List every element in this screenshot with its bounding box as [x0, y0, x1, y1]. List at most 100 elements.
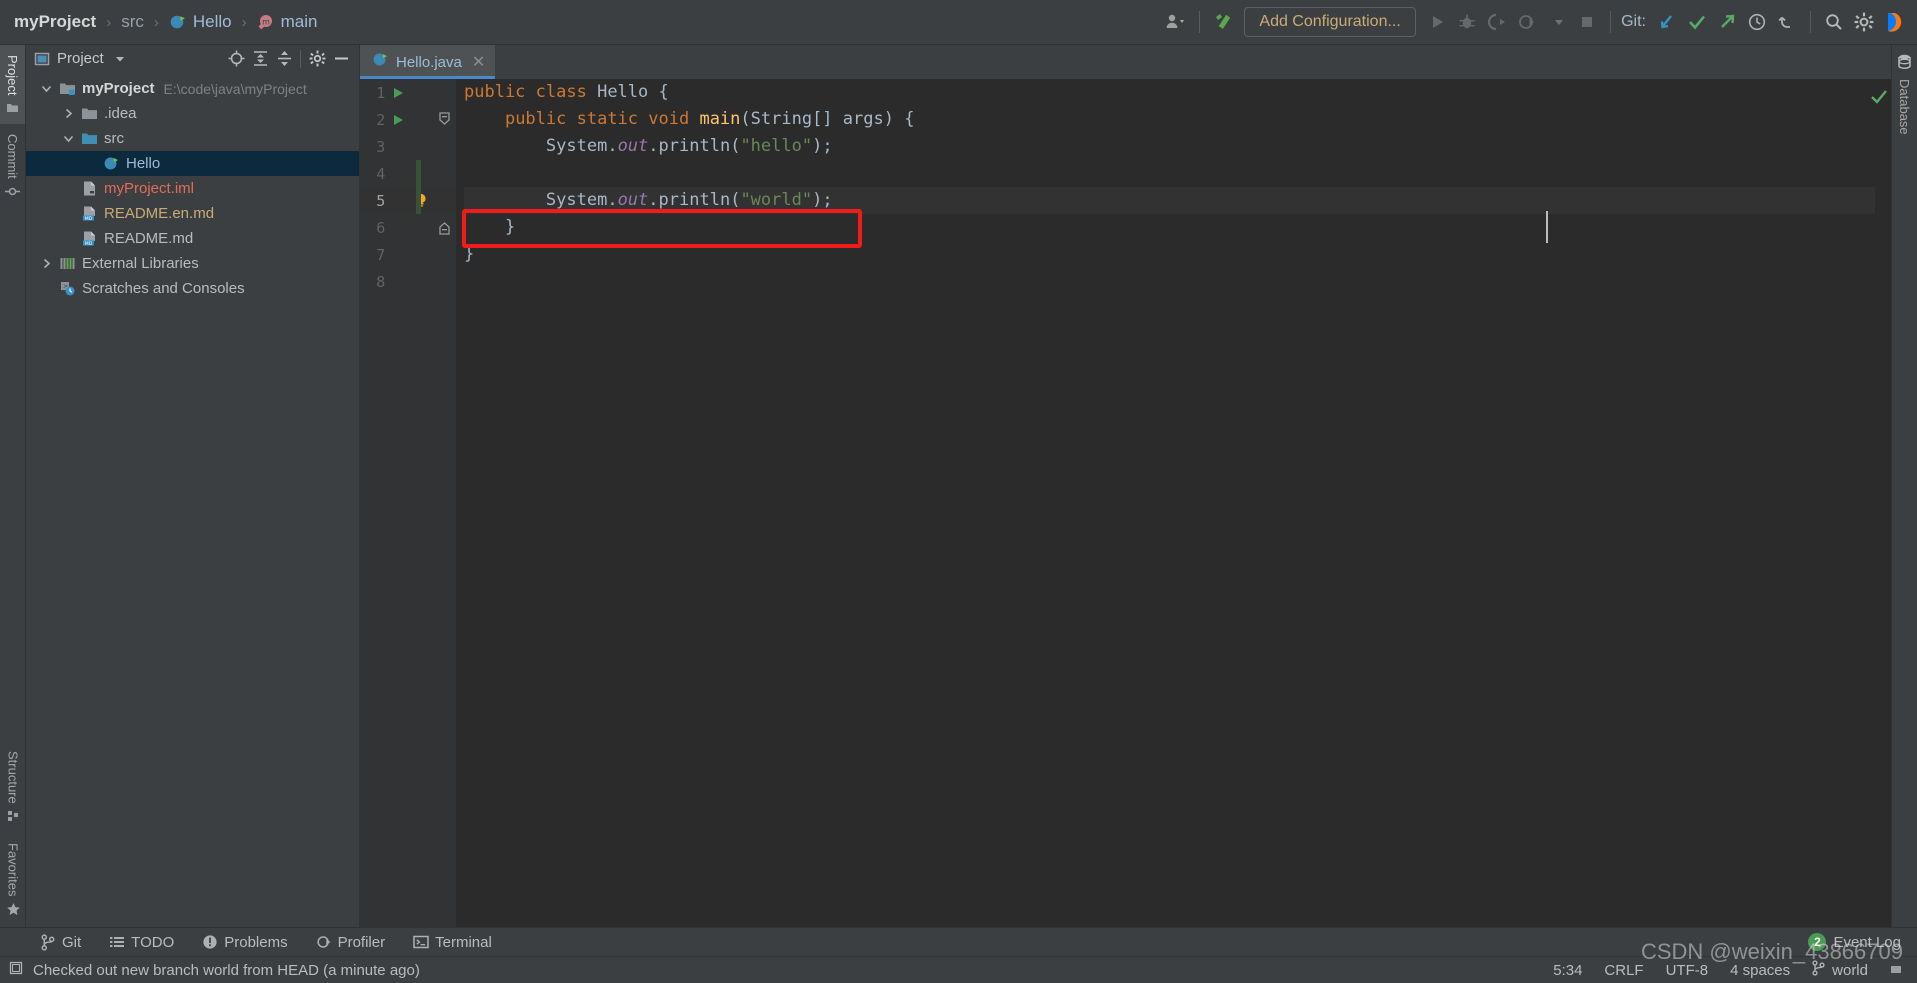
breadcrumb-item-project[interactable]: myProject [10, 10, 100, 34]
git-label: Git: [1621, 13, 1646, 30]
editor-code-text[interactable]: public class Hello { public static void … [456, 79, 1875, 927]
editor-marker-strip[interactable] [1871, 79, 1891, 927]
fold-end-icon[interactable] [433, 220, 457, 235]
git-branch-icon [1811, 960, 1826, 980]
scroll-from-source-icon[interactable] [224, 48, 248, 70]
gutter-line-7[interactable]: 7 [360, 241, 456, 268]
tree-node-hello[interactable]: Hello [26, 151, 359, 176]
profile-icon[interactable] [1512, 7, 1542, 37]
gutter-line-6[interactable]: 6 [360, 214, 456, 241]
add-configuration-button[interactable]: Add Configuration... [1244, 7, 1417, 37]
bottom-tool-todo[interactable]: TODO [95, 934, 188, 951]
code-editor[interactable]: 1 2 3 4 5 6 7 8 public class Hello { public sta… [360, 79, 1891, 927]
status-message[interactable]: Checked out new branch world from HEAD (… [8, 960, 420, 980]
hide-panel-icon[interactable] [329, 48, 353, 70]
tree-node-label: Hello [126, 155, 161, 172]
git-commit-icon[interactable] [1682, 7, 1712, 37]
code-line-7[interactable]: } [464, 241, 1875, 268]
vcs-change-marker[interactable] [416, 160, 421, 214]
expand-all-icon[interactable] [248, 48, 272, 70]
tree-node-external-libraries[interactable]: External Libraries [26, 251, 359, 276]
bottom-tool-profiler[interactable]: Profiler [302, 934, 400, 951]
bottom-tool-git[interactable]: Git [26, 934, 95, 951]
gutter-line-5[interactable]: 5 [360, 187, 456, 214]
undo-icon[interactable] [1772, 7, 1802, 37]
gutter-line-4[interactable]: 4 [360, 160, 456, 187]
toolbar-divider [1810, 11, 1811, 33]
debug-icon[interactable] [1452, 7, 1482, 37]
code-token: static [576, 109, 649, 129]
line-separator[interactable]: CRLF [1593, 962, 1654, 979]
gutter-line-2[interactable]: 2 [360, 106, 456, 133]
event-log-button[interactable]: 2 Event Log [1808, 933, 1917, 951]
sidebar-item-project[interactable]: Project [0, 45, 25, 125]
sidebar-item-favorites[interactable]: Favorites [0, 833, 26, 927]
gutter-line-8[interactable]: 8 [360, 268, 456, 295]
caret-position[interactable]: 5:34 [1542, 962, 1593, 979]
settings-gear-icon[interactable] [1849, 7, 1879, 37]
breadcrumb-separator: › [241, 13, 247, 31]
chevron-down-icon[interactable] [57, 132, 79, 145]
gutter-line-1[interactable]: 1 [360, 79, 456, 106]
tree-node-src[interactable]: src [26, 126, 359, 151]
run-gutter-icon[interactable] [387, 86, 409, 100]
code-line-4[interactable] [464, 160, 1875, 187]
close-icon[interactable]: ✕ [472, 52, 485, 72]
run-coverage-icon[interactable] [1482, 7, 1512, 37]
chevron-right-icon[interactable] [57, 107, 79, 120]
breadcrumb-item-class[interactable]: Hello [165, 10, 236, 34]
sidebar-item-database[interactable]: Database [1896, 53, 1913, 135]
history-icon[interactable] [1742, 7, 1772, 37]
left-rail-bottom: Structure Favorites [0, 741, 26, 927]
git-branch-widget[interactable]: world [1801, 960, 1878, 980]
tree-node--idea[interactable]: .idea [26, 101, 359, 126]
tree-node-scratches-and-consoles[interactable]: > Scratches and Consoles [26, 276, 359, 301]
bottom-tool-problems[interactable]: Problems [188, 934, 301, 951]
indent-setting[interactable]: 4 spaces [1719, 962, 1801, 979]
code-line-3[interactable]: System.out.println("hello"); [464, 133, 1875, 160]
gutter-line-3[interactable]: 3 [360, 133, 456, 160]
file-encoding[interactable]: UTF-8 [1655, 962, 1720, 979]
run-gutter-icon[interactable] [387, 113, 409, 127]
chevron-down-icon[interactable] [108, 48, 132, 70]
tree-node-myproject-iml[interactable]: myProject.iml [26, 176, 359, 201]
tree-node-myproject[interactable]: myProject E:\code\java\myProject [26, 76, 359, 101]
code-line-5[interactable]: System.out.println("world"); [464, 187, 1875, 214]
code-line-1[interactable]: public class Hello { [464, 79, 1875, 106]
star-icon [6, 902, 21, 917]
code-line-6[interactable]: } [464, 214, 1875, 241]
scratches-icon: > [57, 280, 77, 297]
run-icon[interactable] [1422, 7, 1452, 37]
breadcrumb-item-method[interactable]: m main [253, 10, 322, 34]
breadcrumb: myProject › src › Hello › m main [10, 10, 321, 34]
stop-icon[interactable] [1572, 7, 1602, 37]
build-hammer-icon[interactable] [1208, 7, 1238, 37]
sidebar-item-commit[interactable]: Commit [0, 124, 25, 208]
bottom-tool-terminal[interactable]: Terminal [399, 934, 506, 951]
readonly-toggle-icon[interactable] [1878, 961, 1917, 979]
gear-icon[interactable] [305, 48, 329, 70]
fold-collapse-icon[interactable] [433, 112, 457, 127]
editor-gutter[interactable]: 1 2 3 4 5 6 7 8 [360, 79, 456, 927]
editor-tab-hello-java[interactable]: Hello.java ✕ [360, 45, 496, 79]
todo-list-icon [109, 934, 125, 950]
code-token: public [464, 82, 536, 102]
ide-logo-icon[interactable] [1879, 7, 1909, 37]
search-everywhere-icon[interactable] [1819, 7, 1849, 37]
breadcrumb-item-src[interactable]: src [117, 10, 148, 34]
user-dropdown-icon[interactable] [1161, 7, 1191, 37]
tree-node-readme-en-md[interactable]: MD README.en.md [26, 201, 359, 226]
chevron-down-icon[interactable] [35, 82, 57, 95]
collapse-all-icon[interactable] [272, 48, 296, 70]
sidebar-item-structure[interactable]: Structure [0, 741, 26, 833]
tree-node-readme-md[interactable]: MD README.md [26, 226, 359, 251]
chevron-right-icon[interactable] [35, 257, 57, 270]
code-line-2[interactable]: public static void main(String[] args) { [464, 106, 1875, 133]
code-line-8[interactable] [464, 268, 1875, 295]
git-update-project-icon[interactable] [1652, 7, 1682, 37]
event-log-label: Event Log [1833, 933, 1901, 951]
chevron-down-icon[interactable] [1542, 7, 1572, 37]
git-push-icon[interactable] [1712, 7, 1742, 37]
project-file-tree[interactable]: myProject E:\code\java\myProject .idea src H… [26, 72, 359, 927]
